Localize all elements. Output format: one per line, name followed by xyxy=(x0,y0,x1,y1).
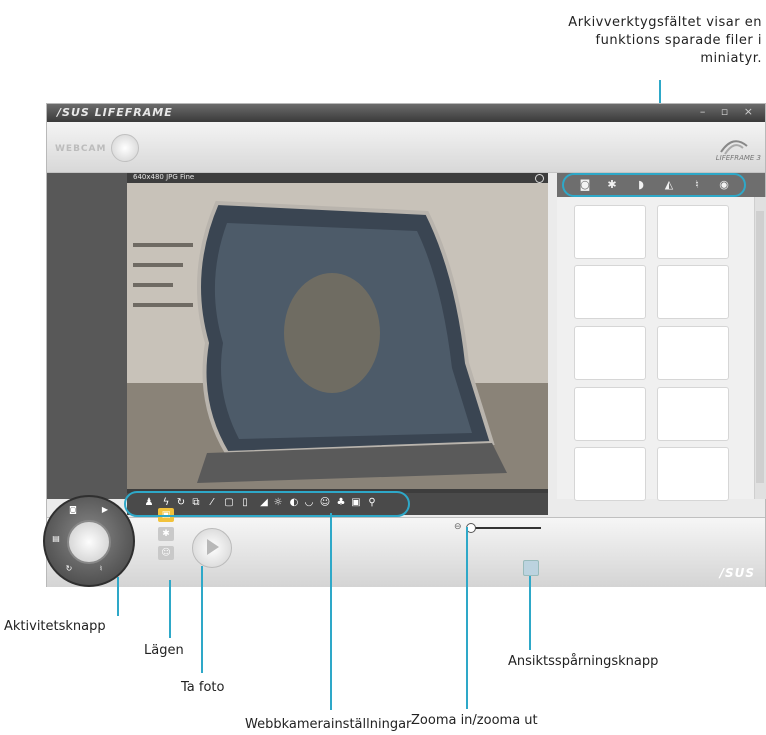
take-photo-leader xyxy=(201,566,203,673)
play-icon xyxy=(207,539,219,555)
thumbnail[interactable] xyxy=(574,265,646,319)
webcam-settings-callout: Webbkamerainställningar xyxy=(245,717,412,732)
archive-bar-highlight xyxy=(562,173,746,197)
zoom-slider[interactable] xyxy=(467,527,541,529)
thumbnail[interactable] xyxy=(657,265,729,319)
bottom-bar: ⊖ /SUS xyxy=(47,517,765,587)
thumbnail[interactable] xyxy=(574,205,646,259)
thumbnail-scrollbar[interactable] xyxy=(754,197,766,499)
thumbnail[interactable] xyxy=(657,387,729,441)
video-icon[interactable]: ▶ xyxy=(99,504,111,516)
left-panel xyxy=(47,173,127,499)
zoom-out-icon[interactable]: ⊖ xyxy=(454,522,462,532)
thumbnail-panel xyxy=(557,173,765,501)
take-photo-callout: Ta foto xyxy=(181,680,225,695)
microphone-icon[interactable]: ♮ xyxy=(95,563,107,575)
webcam-indicator xyxy=(111,134,139,162)
asus-logo: /SUS xyxy=(719,566,755,580)
face-tracking-leader xyxy=(529,576,531,650)
folder-icon[interactable]: ▤ xyxy=(50,533,62,545)
face-tracking-callout: Ansiktsspårningsknapp xyxy=(508,654,659,669)
header: WEBCAM LIFEFRAME 3 xyxy=(47,122,765,173)
face-tracking-button[interactable] xyxy=(523,560,539,576)
window-controls[interactable]: – ▫ × xyxy=(700,105,759,118)
thumbnail[interactable] xyxy=(574,387,646,441)
thumbnail[interactable] xyxy=(657,205,729,259)
settings-leader xyxy=(330,513,332,710)
thumbnail[interactable] xyxy=(657,447,729,501)
preview-image xyxy=(127,183,548,489)
effect-mode-button[interactable]: ✱ xyxy=(158,527,174,541)
activity-leader xyxy=(117,577,119,616)
zoom-leader xyxy=(466,527,468,709)
archive-bar-callout: Arkivverktygsfältet visar en funktions s… xyxy=(568,15,762,66)
webcam-preview xyxy=(127,183,548,489)
webcam-label: WEBCAM xyxy=(55,144,107,154)
resolution-label: 640x480 JPG Fine xyxy=(133,173,195,181)
app-brand: /SUS LIFEFRAME xyxy=(57,106,173,119)
thumbnail[interactable] xyxy=(574,326,646,380)
thumbnail[interactable] xyxy=(657,326,729,380)
lifeframe-logo-icon xyxy=(720,140,748,155)
preview-settings-icon[interactable] xyxy=(535,174,544,183)
modes-callout: Lägen xyxy=(144,643,184,658)
thumbnail[interactable] xyxy=(574,447,646,501)
activity-dial[interactable]: ◙ ▶ ▤ ↻ ♮ xyxy=(43,495,135,587)
face-mode-button[interactable]: ☺ xyxy=(158,546,174,560)
title-bar: /SUS LIFEFRAME – ▫ × xyxy=(47,104,765,122)
camera-icon[interactable] xyxy=(67,520,111,564)
settings-toolbar-highlight xyxy=(124,491,410,517)
camera-icon[interactable]: ◙ xyxy=(67,504,79,516)
timer-icon[interactable]: ↻ xyxy=(63,563,75,575)
scrollbar-thumb[interactable] xyxy=(756,211,764,483)
preview-frame: 640x480 JPG Fine xyxy=(127,173,548,499)
modes-leader xyxy=(169,580,171,638)
activity-button-callout: Aktivitetsknapp xyxy=(4,619,106,634)
zoom-callout: Zooma in/zooma ut xyxy=(411,713,538,728)
logo-text: LIFEFRAME 3 xyxy=(715,154,761,162)
